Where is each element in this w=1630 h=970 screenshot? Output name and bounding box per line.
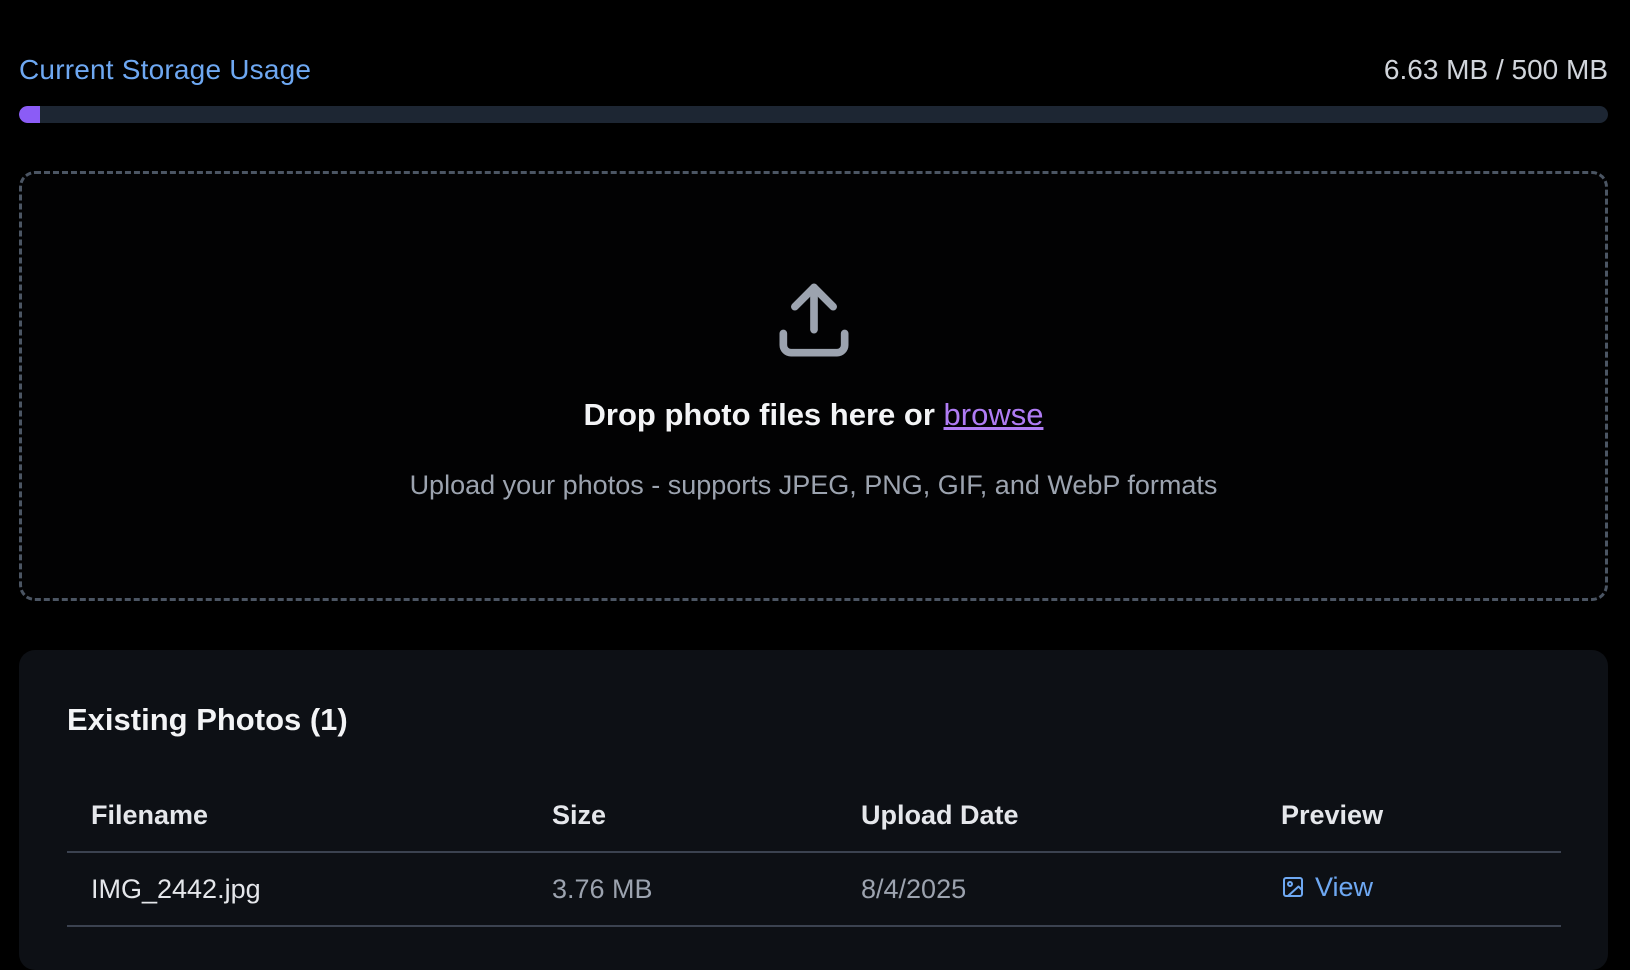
- storage-usage: Current Storage Usage 6.63 MB / 500 MB: [19, 50, 1608, 123]
- photo-dropzone[interactable]: Drop photo files here or browse Upload y…: [19, 171, 1608, 601]
- column-header-filename: Filename: [67, 780, 528, 853]
- storage-value: 6.63 MB / 500 MB: [1383, 54, 1608, 85]
- cell-filename: IMG_2442.jpg: [67, 852, 528, 927]
- image-icon: [1283, 877, 1303, 898]
- cell-preview: View: [1257, 852, 1561, 927]
- table-row: IMG_2442.jpg 3.76 MB 8/4/2025 View: [67, 852, 1561, 927]
- column-header-size: Size: [528, 780, 837, 853]
- view-photo-link[interactable]: View: [1281, 872, 1373, 903]
- browse-link[interactable]: browse: [944, 397, 1044, 432]
- dropzone-subtitle: Upload your photos - supports JPEG, PNG,…: [409, 470, 1218, 500]
- storage-progress-bar: [19, 106, 1608, 123]
- existing-photos-title: Existing Photos (1): [67, 702, 348, 737]
- existing-photos-card: Existing Photos (1) Filename Size Upload…: [19, 650, 1608, 970]
- table-header-row: Filename Size Upload Date Preview: [67, 780, 1561, 853]
- dropzone-title: Drop photo files here or browse: [22, 397, 1605, 433]
- storage-progress-fill: [19, 106, 41, 123]
- view-link-label: View: [1315, 871, 1374, 902]
- storage-header: Current Storage Usage 6.63 MB / 500 MB: [19, 50, 1608, 90]
- upload-icon: [779, 283, 848, 357]
- column-header-preview: Preview: [1257, 780, 1561, 853]
- column-header-upload-date: Upload Date: [837, 780, 1257, 853]
- storage-label: Current Storage Usage: [19, 54, 312, 85]
- cell-upload-date: 8/4/2025: [837, 852, 1257, 927]
- photos-table: Filename Size Upload Date Preview IMG_24…: [67, 780, 1561, 927]
- cell-size: 3.76 MB: [528, 852, 837, 927]
- dropzone-title-text: Drop photo files here or: [583, 397, 935, 432]
